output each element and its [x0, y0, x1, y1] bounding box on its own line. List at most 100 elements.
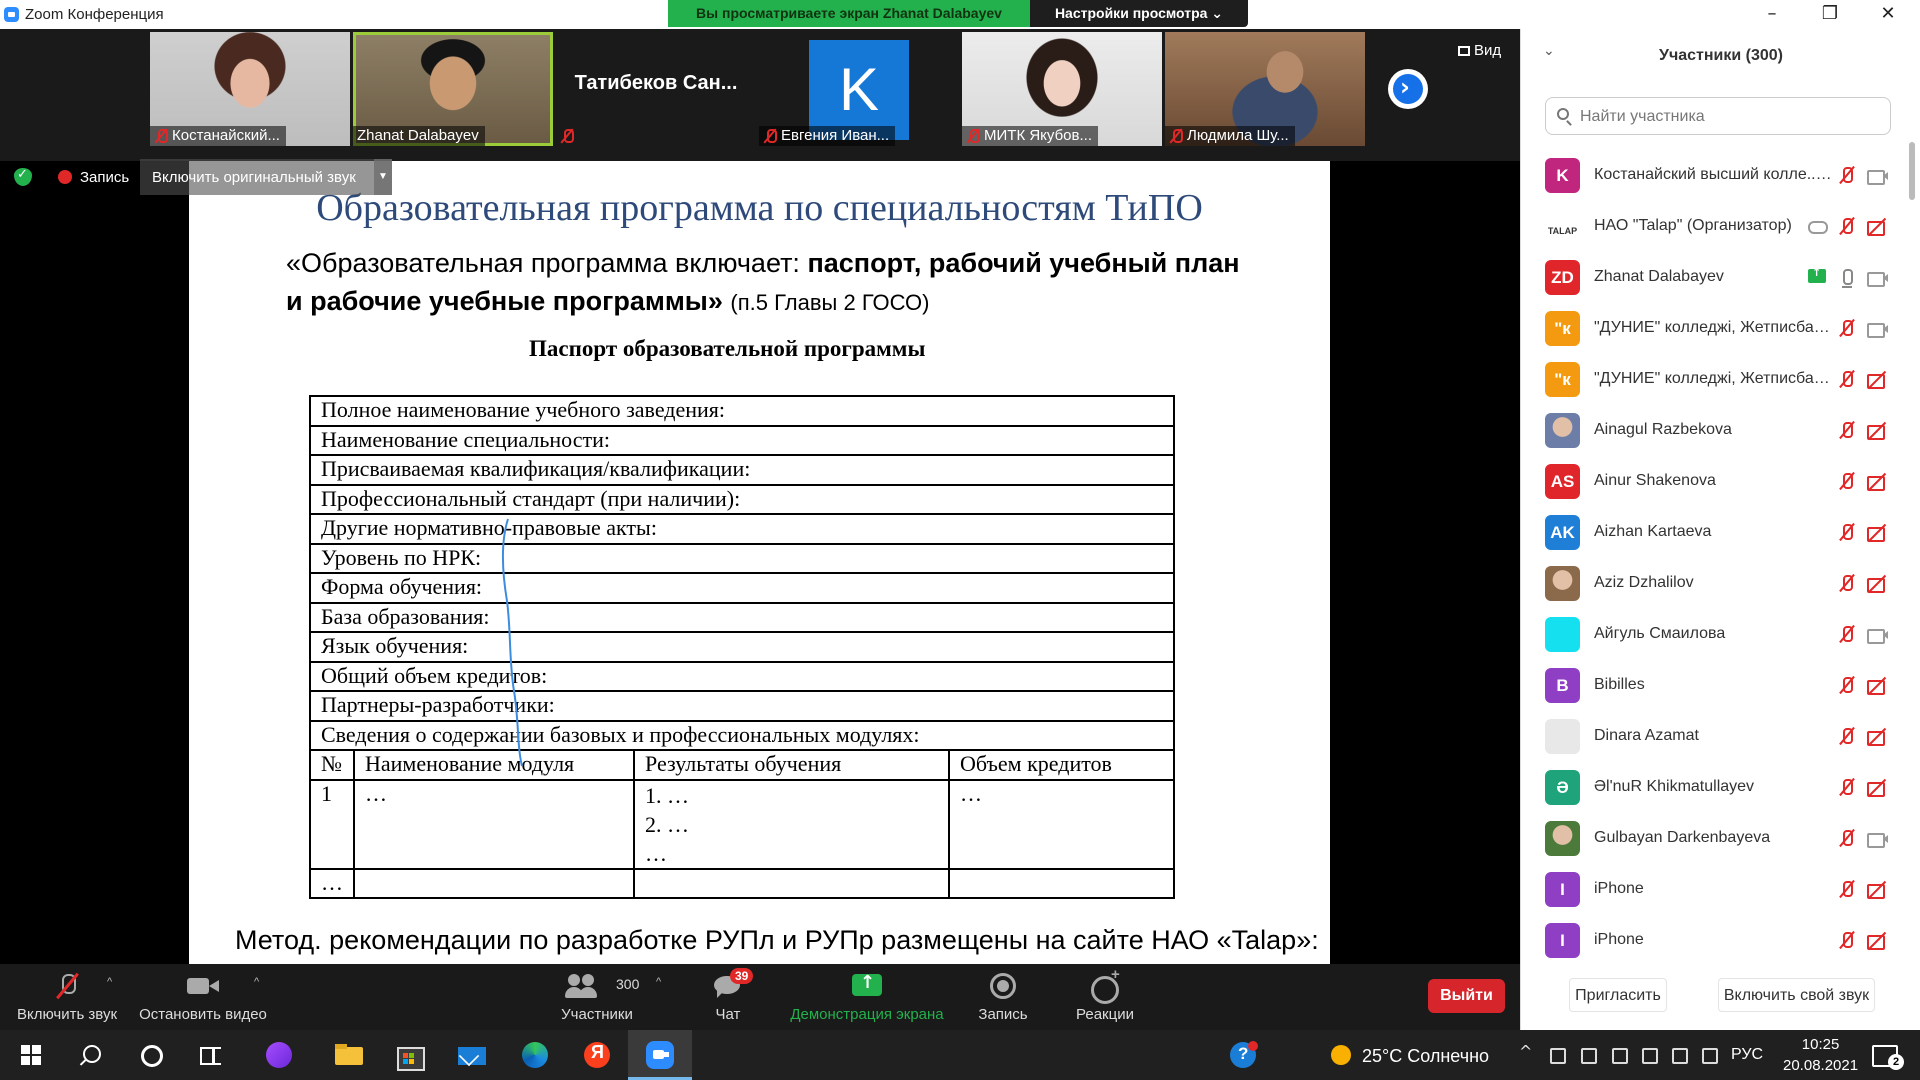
tile-name-bar: [556, 126, 580, 146]
participant-name: Aizhan Kartaeva: [1594, 523, 1712, 540]
participant-row[interactable]: Ə Əl'nuR Khikmatullayev: [1521, 762, 1906, 813]
view-button[interactable]: Вид: [1458, 42, 1501, 59]
avatar: [1545, 719, 1580, 754]
participant-row[interactable]: AK Aizhan Kartaeva: [1521, 507, 1906, 558]
alice-assistant-icon[interactable]: [263, 1039, 295, 1071]
screen-tray-icon[interactable]: [1610, 1046, 1628, 1064]
camera-tray-icon[interactable]: [1548, 1046, 1566, 1064]
clock[interactable]: 10:25 20.08.2021: [1783, 1034, 1858, 1076]
audio-options-caret-icon[interactable]: ^: [107, 976, 112, 988]
zoom-taskbar-icon[interactable]: [644, 1039, 676, 1071]
notifications-icon[interactable]: 2: [1868, 1039, 1904, 1071]
record-button[interactable]: Запись: [973, 972, 1033, 1023]
stop-video-button[interactable]: Остановить видео: [137, 972, 269, 1023]
passport-row: База образования:: [309, 601, 1175, 633]
close-button[interactable]: ✕: [1859, 0, 1917, 29]
mic-off-icon: [1169, 128, 1183, 144]
unmute-self-button[interactable]: Включить свой звук: [1718, 978, 1875, 1012]
battery-icon[interactable]: [1640, 1046, 1658, 1064]
task-view-icon[interactable]: [194, 1039, 226, 1071]
unmute-label: Включить звук: [16, 1006, 118, 1023]
yandex-browser-icon[interactable]: Я: [581, 1039, 613, 1071]
window-title: Zoom Конференция: [25, 6, 164, 23]
participant-row[interactable]: "к "ДУНИЕ" колледжі, Жетписбаев...: [1521, 303, 1906, 354]
avatar: K: [1545, 158, 1580, 193]
zoom-app-icon: [4, 7, 19, 22]
video-tile[interactable]: K Евгения Иван...: [759, 32, 959, 146]
tile-name: Zhanat Dalabayev: [357, 127, 479, 144]
participant-row[interactable]: B Bibilles: [1521, 660, 1906, 711]
mic-off-icon: [1836, 624, 1858, 646]
next-page-arrow-icon[interactable]: ›: [1388, 69, 1428, 109]
avatar: [1545, 617, 1580, 652]
module-cell-results: 1. … 2. ……: [633, 778, 950, 870]
passport-row: Профессиональный стандарт (при наличии):: [309, 483, 1175, 515]
edge-browser-icon[interactable]: [519, 1039, 551, 1071]
participant-row[interactable]: ZD Zhanat Dalabayev: [1521, 252, 1906, 303]
time: 10:25: [1801, 1036, 1840, 1053]
participant-row[interactable]: AS Ainur Shakenova: [1521, 456, 1906, 507]
recording-bar: Запись: [14, 162, 129, 192]
wifi-icon[interactable]: [1670, 1046, 1688, 1064]
video-off-icon: [1866, 522, 1888, 544]
passport-title: Паспорт образовательной программы: [529, 336, 926, 361]
avatar: "к: [1545, 362, 1580, 397]
show-hidden-icons-chevron-icon[interactable]: ^: [1519, 1042, 1532, 1061]
participant-row[interactable]: Ainagul Razbekova: [1521, 405, 1906, 456]
minimize-button[interactable]: –: [1743, 0, 1801, 29]
leave-button[interactable]: Выйти: [1428, 979, 1505, 1013]
avatar: [1545, 821, 1580, 856]
original-sound-button[interactable]: Включить оригинальный звук ▼: [140, 159, 392, 195]
share-screen-button[interactable]: Демонстрация экрана: [782, 972, 952, 1023]
participant-row[interactable]: Dinara Azamat: [1521, 711, 1906, 762]
video-options-caret-icon[interactable]: ^: [254, 976, 259, 988]
sharing-screen-icon: [1808, 266, 1826, 283]
avatar: I: [1545, 923, 1580, 958]
search-icon[interactable]: [75, 1039, 107, 1071]
video-tile[interactable]: Людмила Шу...: [1165, 32, 1365, 146]
participant-row[interactable]: Gulbayan Darkenbayeva: [1521, 813, 1906, 864]
share-screen-label: Демонстрация экрана: [790, 1006, 944, 1023]
module-cell-empty: [633, 867, 950, 899]
search-input[interactable]: [1580, 106, 1880, 128]
participant-row[interactable]: Aziz Dzhalilov: [1521, 558, 1906, 609]
participant-row[interactable]: TALAP НАО "Talap" (Организатор): [1521, 201, 1906, 252]
stop-video-label: Остановить видео: [139, 1006, 267, 1023]
volume-icon[interactable]: [1700, 1046, 1718, 1064]
slide-footer: Метод. рекомендации по разработке РУПл и…: [235, 925, 1319, 955]
microsoft-store-icon[interactable]: [393, 1039, 425, 1071]
scrollbar[interactable]: [1909, 142, 1915, 200]
mic-icon: [1836, 267, 1858, 289]
reactions-button[interactable]: Реакции: [1070, 966, 1140, 1023]
cortana-icon[interactable]: [135, 1039, 167, 1071]
video-off-icon: [1866, 726, 1888, 748]
chevron-down-icon[interactable]: ▼: [374, 159, 392, 195]
view-options-button[interactable]: Настройки просмотра ⌄: [1030, 0, 1248, 27]
participants-caret-icon[interactable]: ^: [656, 976, 661, 988]
video-tile[interactable]: Татибеков Сан...: [556, 32, 756, 146]
microphone-tray-icon[interactable]: [1579, 1046, 1597, 1064]
participant-search[interactable]: [1545, 97, 1891, 135]
participant-row[interactable]: IiPhone: [1521, 864, 1906, 915]
video-tile[interactable]: Костанайский...: [150, 32, 350, 146]
video-tile-active-speaker[interactable]: Zhanat Dalabayev: [353, 32, 553, 146]
participant-name: Костанайский высший колле... (Я): [1594, 166, 1834, 183]
participant-name: Ainur Shakenova: [1594, 472, 1716, 489]
video-tile[interactable]: МИТК Якубов...: [962, 32, 1162, 146]
help-icon[interactable]: ?: [1227, 1039, 1259, 1071]
security-shield-icon[interactable]: [14, 167, 32, 186]
file-explorer-icon[interactable]: [333, 1039, 365, 1071]
unmute-button[interactable]: Включить звук: [12, 972, 122, 1023]
participant-row[interactable]: K Костанайский высший колле... (Я): [1521, 150, 1906, 201]
tile-name: Евгения Иван...: [781, 127, 890, 144]
restore-button[interactable]: ❐: [1801, 0, 1859, 29]
participant-row[interactable]: IiPhone: [1521, 915, 1906, 966]
avatar: "к: [1545, 311, 1580, 346]
windows-start-icon[interactable]: [16, 1039, 48, 1071]
participant-row[interactable]: "к "ДУНИЕ" колледжі, Жетписбаев...: [1521, 354, 1906, 405]
input-language[interactable]: РУС: [1731, 1046, 1763, 1064]
invite-button[interactable]: Пригласить: [1569, 978, 1667, 1012]
weather-widget[interactable]: 25°C Солнечно: [1362, 1046, 1489, 1067]
mail-icon[interactable]: [456, 1039, 488, 1071]
participant-row[interactable]: Айгуль Смаилова: [1521, 609, 1906, 660]
